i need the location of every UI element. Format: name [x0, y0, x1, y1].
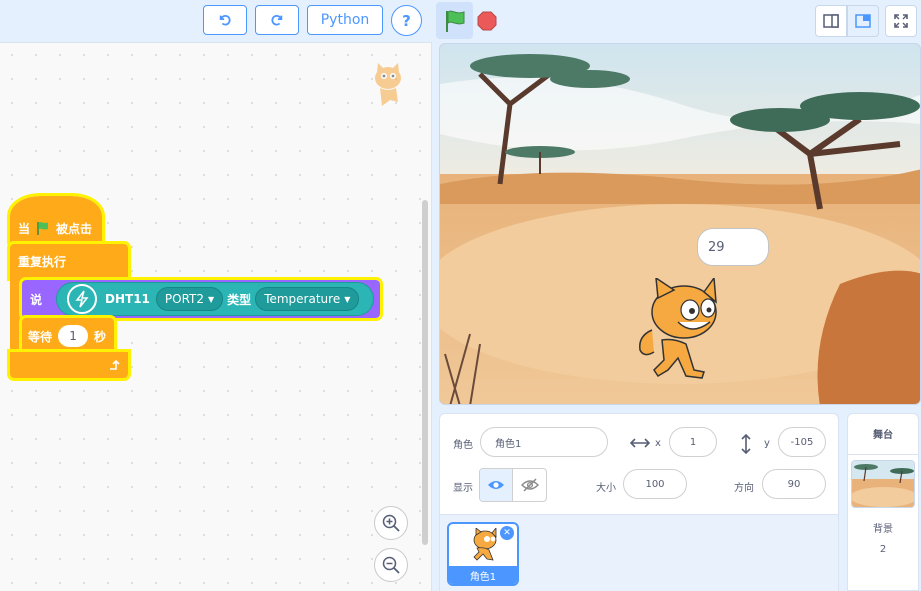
redo-button[interactable] [255, 5, 299, 35]
stage-selector-header: 舞台 [847, 413, 919, 455]
sprite-cat-watermark-icon [375, 63, 401, 106]
eye-icon [488, 481, 504, 489]
y-input[interactable]: -105 [778, 427, 826, 457]
undo-icon [219, 15, 231, 26]
fullscreen-icon [894, 14, 908, 28]
stop-button[interactable] [477, 11, 497, 31]
workspace-scrollbar[interactable] [422, 200, 428, 545]
backdrop-label: 背景 [873, 524, 893, 535]
when-flag-clicked-block[interactable]: 当 被点击 [7, 193, 105, 249]
green-flag-icon [445, 10, 464, 32]
say-label: 说 [30, 292, 43, 307]
cat-sprite[interactable] [634, 278, 726, 382]
visibility-toggle [479, 468, 547, 502]
close-icon: ✕ [503, 528, 511, 538]
show-sprite-button[interactable] [480, 469, 514, 501]
fullscreen-button[interactable] [885, 5, 917, 37]
python-button[interactable]: Python [307, 5, 383, 35]
sprite-name-input[interactable]: 角色1 [480, 427, 608, 457]
redo-icon [271, 15, 283, 26]
speech-bubble-text: 29 [708, 239, 725, 255]
zoom-out-icon [382, 556, 400, 574]
forever-block-bottom [7, 349, 131, 381]
small-stage-button[interactable] [815, 5, 847, 37]
chevron-down-icon: ▼ [344, 294, 351, 304]
delete-sprite-button[interactable]: ✕ [500, 526, 514, 540]
lightning-icon [67, 284, 97, 314]
size-label: 大小 [596, 483, 616, 494]
green-flag-button[interactable] [436, 2, 473, 39]
wait-unit-label: 秒 [94, 329, 107, 344]
direction-label: 方向 [734, 483, 754, 494]
event-clicked-label: 被点击 [56, 221, 93, 236]
green-flag-icon [37, 222, 49, 235]
x-label: x [655, 438, 661, 449]
help-button[interactable]: ? [391, 5, 422, 36]
top-toolbar: Python ? [0, 0, 921, 42]
zoom-in-icon [382, 514, 400, 532]
stop-icon [477, 11, 497, 31]
horizontal-arrows-icon [630, 438, 650, 448]
wait-block[interactable]: 等待 1 秒 [19, 315, 117, 357]
zoom-out-button[interactable] [374, 548, 408, 582]
wait-seconds-input[interactable]: 1 [58, 325, 89, 347]
large-stage-button[interactable] [847, 5, 879, 37]
small-stage-icon [823, 14, 839, 28]
eye-off-icon [520, 478, 539, 492]
dht11-sensor-reporter[interactable]: DHT11 PORT2 ▼ 类型 Temperature ▼ [56, 282, 374, 316]
wait-label: 等待 [28, 329, 53, 344]
forever-block[interactable]: 重复执行 [7, 241, 131, 281]
show-label: 显示 [453, 483, 473, 494]
size-input[interactable]: 100 [623, 469, 687, 499]
stage-thumbnail[interactable] [851, 460, 915, 508]
loop-arrow-icon [110, 359, 120, 370]
zoom-in-button[interactable] [374, 506, 408, 540]
type-label: 类型 [227, 292, 252, 307]
sprite-label: 角色 [453, 440, 473, 451]
sprite-tile-name: 角色1 [449, 566, 517, 584]
type-dropdown[interactable]: Temperature ▼ [255, 287, 360, 311]
port-dropdown[interactable]: PORT2 ▼ [155, 287, 224, 311]
speech-bubble: 29 [697, 228, 769, 266]
backdrop-count: 2 [879, 544, 887, 555]
vertical-arrows-icon [741, 434, 751, 454]
undo-button[interactable] [203, 5, 247, 35]
port-value: PORT2 [164, 292, 205, 306]
large-stage-icon [855, 14, 871, 28]
direction-input[interactable]: 90 [762, 469, 826, 499]
cat-thumbnail-icon [473, 528, 497, 561]
hide-sprite-button[interactable] [513, 469, 546, 501]
y-label: y [764, 438, 770, 449]
event-when-label: 当 [18, 221, 31, 236]
savanna-thumbnail [852, 461, 914, 507]
type-value: Temperature [264, 292, 341, 306]
x-input[interactable]: 1 [669, 427, 717, 457]
stage[interactable] [439, 43, 921, 405]
sensor-name-label: DHT11 [105, 292, 150, 306]
repeat-label: 重复执行 [18, 254, 67, 269]
chevron-down-icon: ▼ [208, 294, 215, 304]
